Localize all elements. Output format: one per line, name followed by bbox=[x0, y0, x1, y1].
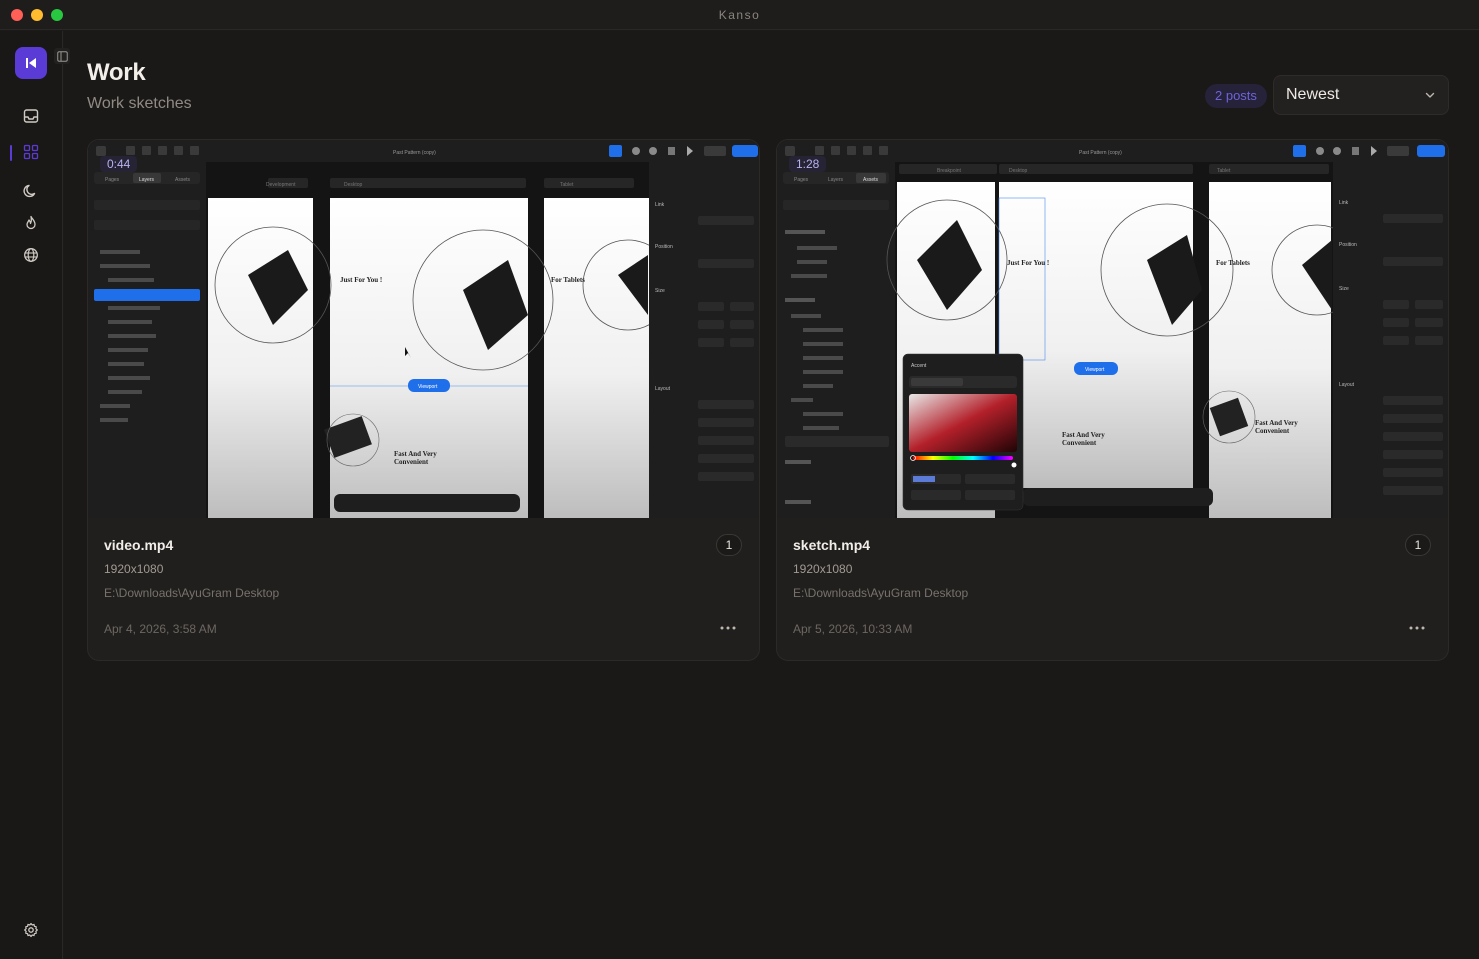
sort-selected-label: Newest bbox=[1286, 86, 1340, 103]
preview-tab-pages: Pages bbox=[105, 177, 120, 183]
preview-headline-tablets: For Tablets bbox=[1216, 259, 1250, 267]
app-logo-button[interactable] bbox=[15, 47, 47, 79]
preview-frame-breakpoint: Breakpoint bbox=[937, 168, 962, 174]
preview-tab-layers: Layers bbox=[828, 177, 844, 183]
preview-doc-title: Past Pattern (copy) bbox=[393, 150, 436, 156]
preview-doc-title: Past Pattern (copy) bbox=[1079, 150, 1122, 156]
post-card[interactable]: 0:44 Past Pattern (copy) Pages Layers As… bbox=[87, 139, 760, 661]
page-subtitle: Work sketches bbox=[87, 95, 192, 112]
preview-headline-just-for-you: Just For You ! bbox=[340, 276, 382, 284]
preview-picker-title: Accent bbox=[911, 363, 927, 369]
main-content: Work Work sketches 2 posts Newest 0:44 P… bbox=[64, 31, 1479, 959]
duration-badge: 0:44 bbox=[100, 156, 138, 172]
preview-headline-fast: Fast And Very bbox=[394, 450, 437, 458]
duration-badge: 1:28 bbox=[789, 156, 827, 172]
preview-headline-fast: Fast And Very bbox=[1062, 431, 1105, 439]
preview-panel-position: Position bbox=[1339, 242, 1357, 248]
preview-tab-pages: Pages bbox=[794, 177, 809, 183]
globe-icon bbox=[24, 248, 38, 262]
preview-panel-size: Size bbox=[655, 288, 665, 294]
post-file-path: E:\Downloads\AyuGram Desktop bbox=[793, 586, 969, 600]
preview-headline-just-for-you: Just For You ! bbox=[1007, 259, 1049, 267]
more-horizontal-icon bbox=[720, 626, 736, 630]
sidebar-item-inbox[interactable] bbox=[19, 104, 43, 128]
sidebar-item-globe[interactable] bbox=[19, 243, 43, 267]
video-thumbnail[interactable]: 1:28 Past Pattern (copy) Pages Layers As… bbox=[777, 140, 1448, 518]
preview-frame-tablet: Tablet bbox=[1217, 168, 1231, 174]
preview-viewport-label: Viewport bbox=[1085, 367, 1105, 373]
post-date: Apr 5, 2026, 10:33 AM bbox=[793, 622, 913, 636]
gear-icon bbox=[24, 922, 38, 938]
preview-frame-desktop: Desktop bbox=[1009, 168, 1028, 174]
preview-tab-assets: Assets bbox=[863, 177, 879, 183]
post-card[interactable]: 1:28 Past Pattern (copy) Pages Layers As… bbox=[776, 139, 1449, 661]
post-count-indicator: 1 bbox=[1405, 534, 1431, 556]
preview-frame-desktop: Desktop bbox=[344, 182, 363, 188]
sidebar-toggle-button[interactable] bbox=[54, 48, 70, 64]
flame-icon bbox=[26, 215, 36, 230]
preview-headline-convenient-tablet: Convenient bbox=[1255, 427, 1290, 435]
sidebar-item-grid[interactable] bbox=[19, 140, 43, 164]
sidebar-panel-icon bbox=[56, 50, 68, 62]
moon-icon bbox=[23, 184, 36, 198]
post-filename: sketch.mp4 bbox=[793, 537, 871, 553]
preview-frame-development: Development bbox=[266, 182, 296, 188]
post-file-path: E:\Downloads\AyuGram Desktop bbox=[104, 586, 280, 600]
sort-dropdown[interactable]: Newest bbox=[1273, 75, 1449, 115]
editor-screenshot-preview: Past Pattern (copy) Pages Layers Assets bbox=[777, 140, 1448, 518]
inbox-icon bbox=[23, 109, 39, 123]
page-title: Work bbox=[87, 59, 146, 86]
preview-frame-tablet: Tablet bbox=[560, 182, 574, 188]
post-resolution: 1920x1080 bbox=[104, 562, 164, 576]
preview-headline-tablets: For Tablets bbox=[551, 276, 585, 284]
editor-screenshot-preview: Past Pattern (copy) Pages Layers Assets bbox=[88, 140, 759, 518]
preview-headline-convenient: Convenient bbox=[1062, 439, 1097, 447]
skip-back-icon bbox=[26, 58, 36, 68]
preview-panel-layout: Layout bbox=[655, 386, 671, 392]
preview-panel-link: Link bbox=[1339, 200, 1349, 206]
post-more-button[interactable] bbox=[714, 618, 742, 638]
grid-icon bbox=[23, 144, 39, 160]
post-more-button[interactable] bbox=[1403, 618, 1431, 638]
preview-headline-convenient: Convenient bbox=[394, 458, 429, 466]
preview-panel-size: Size bbox=[1339, 286, 1349, 292]
chevron-down-icon bbox=[1425, 92, 1435, 98]
preview-panel-position: Position bbox=[655, 244, 673, 250]
post-filename: video.mp4 bbox=[104, 537, 174, 553]
sidebar-item-moon[interactable] bbox=[19, 179, 43, 203]
post-date: Apr 4, 2026, 3:58 AM bbox=[104, 622, 217, 636]
sidebar bbox=[0, 31, 70, 959]
preview-viewport-label: Viewport bbox=[418, 384, 438, 390]
more-horizontal-icon bbox=[1409, 626, 1425, 630]
preview-panel-layout: Layout bbox=[1339, 382, 1355, 388]
title-bar: Kanso bbox=[0, 0, 1479, 30]
post-count-indicator: 1 bbox=[716, 534, 742, 556]
preview-headline-fast-tablet: Fast And Very bbox=[1255, 419, 1298, 427]
video-thumbnail[interactable]: 0:44 Past Pattern (copy) Pages Layers As… bbox=[88, 140, 759, 518]
app-title: Kanso bbox=[718, 8, 761, 22]
preview-tab-layers: Layers bbox=[139, 177, 155, 183]
settings-button[interactable] bbox=[19, 918, 43, 942]
preview-panel-link: Link bbox=[655, 202, 665, 208]
post-count-badge: 2 posts bbox=[1205, 84, 1267, 108]
post-resolution: 1920x1080 bbox=[793, 562, 853, 576]
preview-tab-assets: Assets bbox=[175, 177, 191, 183]
active-indicator bbox=[10, 145, 12, 161]
sidebar-item-flame[interactable] bbox=[19, 211, 43, 235]
